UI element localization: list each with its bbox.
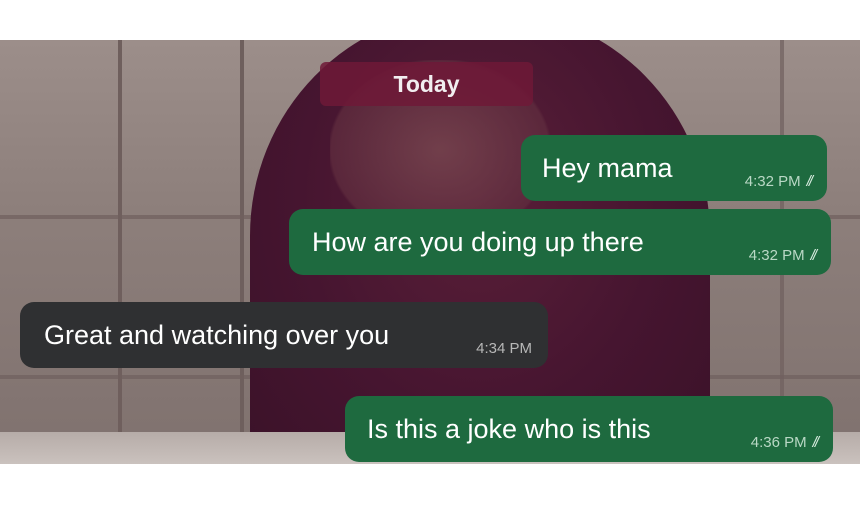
message-text: Hey mama bbox=[542, 152, 673, 183]
message-meta: 4:36 PM // bbox=[750, 434, 820, 451]
message-outgoing[interactable]: How are you doing up there 4:32 PM // bbox=[289, 209, 831, 275]
message-time: 4:32 PM bbox=[748, 247, 805, 264]
message-time: 4:34 PM bbox=[476, 340, 532, 357]
date-separator: Today bbox=[320, 62, 533, 106]
message-meta: 4:32 PM // bbox=[744, 173, 814, 190]
chat-screenshot: Today Hey mama 4:32 PM // How are you do… bbox=[0, 40, 860, 464]
message-text: Great and watching over you bbox=[44, 319, 390, 350]
double-check-icon: // bbox=[806, 173, 814, 190]
message-outgoing[interactable]: Hey mama 4:32 PM // bbox=[521, 135, 827, 201]
message-text: Is this a joke who is this bbox=[367, 413, 651, 444]
message-time: 4:36 PM bbox=[750, 434, 807, 451]
double-check-icon: // bbox=[812, 434, 820, 451]
message-outgoing[interactable]: Is this a joke who is this 4:36 PM // bbox=[345, 396, 833, 462]
double-check-icon: // bbox=[810, 247, 818, 264]
tile-line bbox=[118, 40, 122, 464]
message-incoming[interactable]: Great and watching over you 4:34 PM bbox=[20, 302, 548, 368]
message-meta: 4:32 PM // bbox=[748, 247, 818, 264]
message-meta: 4:34 PM bbox=[476, 340, 532, 357]
message-time: 4:32 PM bbox=[744, 173, 801, 190]
message-text: How are you doing up there bbox=[312, 226, 644, 257]
